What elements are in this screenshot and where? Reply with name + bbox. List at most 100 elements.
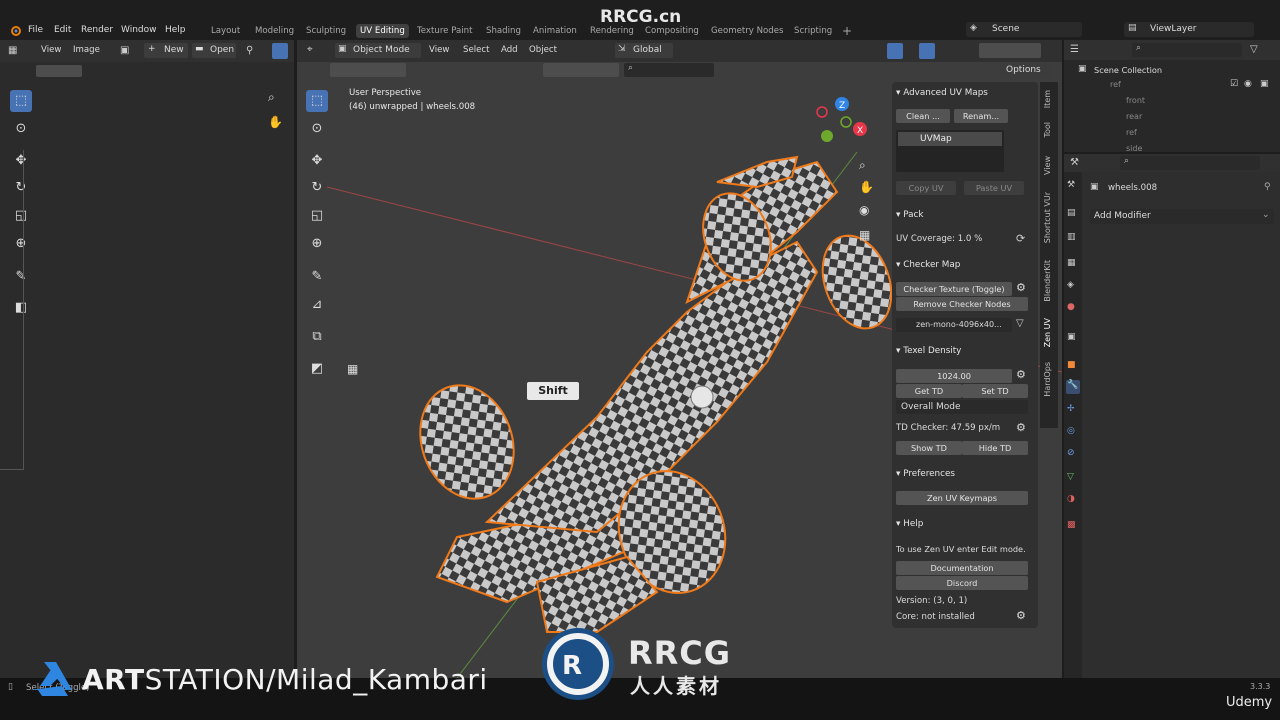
render-tab-icon[interactable]: ▤ xyxy=(1067,208,1076,218)
td-checker-gear-icon[interactable]: ⚙ xyxy=(1016,421,1026,434)
checker-header[interactable]: ▾ Checker Map xyxy=(896,260,960,270)
set-td-button[interactable]: Set TD xyxy=(962,384,1028,398)
prefs-header[interactable]: ▾ Preferences xyxy=(896,469,955,479)
tab-blenderkit[interactable]: BlenderKit xyxy=(1043,260,1052,302)
tab-geometry-nodes[interactable]: Geometry Nodes xyxy=(711,24,784,38)
outliner-item[interactable]: rear xyxy=(1126,112,1142,121)
vp-pan-icon[interactable]: ✋ xyxy=(859,180,874,194)
checkbox-icon[interactable]: ☑ xyxy=(1230,79,1238,89)
menu-help[interactable]: Help xyxy=(165,22,186,38)
texel-header[interactable]: ▾ Texel Density xyxy=(896,346,961,356)
vp-measure-tool[interactable]: ⊿ xyxy=(306,294,328,316)
get-td-button[interactable]: Get TD xyxy=(896,384,962,398)
vp-move-tool[interactable]: ✥ xyxy=(306,150,328,172)
uv-select-mode-icons[interactable] xyxy=(36,65,82,77)
help-gear-icon[interactable]: ⚙ xyxy=(1016,609,1026,622)
zoom-icon[interactable]: ⌕ xyxy=(268,90,275,105)
vp-rotate-tool[interactable]: ↻ xyxy=(306,177,328,199)
vp-scale-tool[interactable]: ◱ xyxy=(306,205,328,227)
tool-tab-icon[interactable]: ⚒ xyxy=(1067,180,1075,190)
properties-search-field[interactable]: ⌕ xyxy=(1120,156,1260,170)
viewlayer-tab-icon[interactable]: ▦ xyxy=(1067,258,1076,268)
orientation-dropdown[interactable]: ⇲ Global xyxy=(615,43,673,58)
outliner-type-icon[interactable]: ☰ xyxy=(1070,44,1079,55)
rename-button[interactable]: Renam... xyxy=(954,109,1008,123)
outliner-item[interactable]: ref xyxy=(1126,128,1137,137)
tab-modeling[interactable]: Modeling xyxy=(255,24,294,38)
output-tab-icon[interactable]: ▥ xyxy=(1067,232,1076,242)
add-workspace-icon[interactable]: + xyxy=(842,24,852,38)
uv-menu-image[interactable]: Image xyxy=(73,45,100,55)
hide-td-button[interactable]: Hide TD xyxy=(962,441,1028,455)
vp-extra-tool[interactable]: ◩ xyxy=(306,358,328,380)
object-tab-icon[interactable]: ■ xyxy=(1067,360,1076,370)
checker-image-dropdown[interactable]: zen-mono-4096x40... xyxy=(896,318,1012,332)
new-image-button[interactable]: + New xyxy=(144,43,188,58)
outliner-search-field[interactable]: ⌕ xyxy=(1132,43,1242,57)
properties-pin-icon[interactable]: ⚲ xyxy=(1264,182,1271,192)
scene-tab-icon[interactable]: ◈ xyxy=(1067,280,1074,290)
world-tab-icon[interactable]: ● xyxy=(1067,302,1075,312)
refresh-icon[interactable]: ⟳ xyxy=(1016,232,1025,245)
outliner-item[interactable]: side xyxy=(1126,144,1142,153)
shading-modes[interactable] xyxy=(979,43,1041,58)
uv-editor-canvas[interactable]: ⬚ ⊙ ✥ ↻ ◱ ⊕ ✎ ◧ ⌕ ✋ xyxy=(0,62,294,678)
add-modifier-dropdown[interactable]: Add Modifier ⌄ xyxy=(1090,209,1274,224)
vp-menu-select[interactable]: Select xyxy=(463,45,490,55)
select-box-tool[interactable]: ⬚ xyxy=(10,90,32,112)
tab-tool[interactable]: Tool xyxy=(1043,122,1052,138)
checker-settings-gear-icon[interactable]: ⚙ xyxy=(1016,281,1026,294)
particles-tab-icon[interactable]: ✢ xyxy=(1067,404,1075,414)
tab-view[interactable]: View xyxy=(1043,156,1052,175)
overlay-toggle[interactable] xyxy=(887,43,903,59)
vp-camera-icon[interactable]: ◉ xyxy=(859,203,869,217)
pan-hand-icon[interactable]: ✋ xyxy=(268,115,283,129)
vp-ortho-icon[interactable]: ▦ xyxy=(859,228,870,242)
properties-type-icon[interactable]: ⚒ xyxy=(1070,157,1079,168)
menu-render[interactable]: Render xyxy=(81,22,113,38)
gizmo-toggle[interactable] xyxy=(919,43,935,59)
constraints-tab-icon[interactable]: ⊘ xyxy=(1067,448,1075,458)
navigation-gizmo[interactable]: Z X xyxy=(812,92,872,152)
tab-uv-editing[interactable]: UV Editing xyxy=(356,24,409,38)
vp-menu-view[interactable]: View xyxy=(429,45,449,55)
copy-uv-button[interactable]: Copy UV xyxy=(896,181,956,195)
material-tab-icon[interactable]: ◑ xyxy=(1067,494,1075,504)
discord-button[interactable]: Discord xyxy=(896,576,1028,590)
pin-icon[interactable]: ⚲ xyxy=(246,45,253,56)
pack-header[interactable]: ▾ Pack xyxy=(896,210,923,220)
tab-layout[interactable]: Layout xyxy=(211,24,240,38)
uv-menu-view[interactable]: View xyxy=(41,45,61,55)
blender-logo-icon[interactable] xyxy=(8,23,22,37)
image-browse-icon[interactable]: ▣ xyxy=(120,45,129,56)
menu-edit[interactable]: Edit xyxy=(54,22,71,38)
open-image-button[interactable]: ▬ Open xyxy=(192,43,236,58)
vp-select-box-tool[interactable]: ⬚ xyxy=(306,90,328,112)
vp-transform-tool[interactable]: ⊕ xyxy=(306,233,328,255)
scene-selector[interactable]: ◈ Scene xyxy=(966,22,1082,37)
uv-maps-header[interactable]: ▾ Advanced UV Maps xyxy=(896,88,988,98)
physics-tab-icon[interactable]: ◎ xyxy=(1067,426,1075,436)
filter-icon[interactable]: ▽ xyxy=(1016,318,1024,329)
clean-button[interactable]: Clean ... xyxy=(896,109,950,123)
uv-sync-toggle[interactable] xyxy=(272,43,288,59)
vp-menu-object[interactable]: Object xyxy=(529,45,557,55)
tab-item[interactable]: Item xyxy=(1043,90,1052,108)
data-tab-icon[interactable]: ▽ xyxy=(1067,472,1074,482)
viewlayer-selector[interactable]: ▤ ViewLayer xyxy=(1124,22,1254,37)
camera-icon[interactable]: ▣ xyxy=(1260,79,1269,89)
mode-dropdown[interactable]: ▣ Object Mode xyxy=(335,43,421,58)
modifier-tab-icon[interactable]: 🔧 xyxy=(1066,380,1080,394)
tab-hardops[interactable]: HardOps xyxy=(1043,362,1052,397)
tab-zen-uv[interactable]: Zen UV xyxy=(1043,318,1052,347)
options-dropdown[interactable]: Options xyxy=(1000,63,1052,78)
eye-icon[interactable]: ◉ xyxy=(1244,79,1252,89)
show-td-button[interactable]: Show TD xyxy=(896,441,962,455)
vp-add-cube-tool[interactable]: ⧉ xyxy=(306,326,328,348)
paste-uv-button[interactable]: Paste UV xyxy=(964,181,1024,195)
vp-snap-icons[interactable] xyxy=(543,63,619,77)
tab-sculpting[interactable]: Sculpting xyxy=(306,24,346,38)
collection-tab-icon[interactable]: ▣ xyxy=(1067,332,1076,342)
tab-shortcut[interactable]: Shortcut VUr xyxy=(1043,192,1052,243)
tab-animation[interactable]: Animation xyxy=(533,24,577,38)
